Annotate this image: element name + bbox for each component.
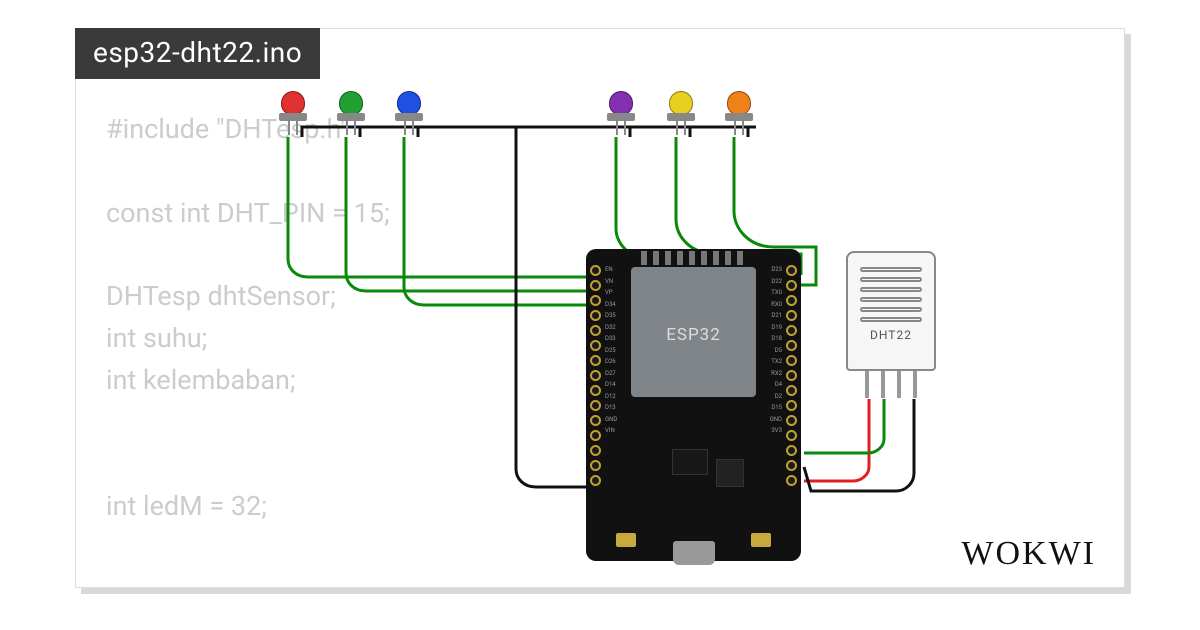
esp32-pins-right bbox=[786, 265, 797, 486]
led-red[interactable] bbox=[278, 91, 308, 136]
esp32-regulator bbox=[672, 449, 708, 475]
dht22-sensor[interactable]: DHT22 bbox=[846, 251, 936, 401]
esp32-pinlabels-right: D23D22TX0RX0D21D19D18D5TX2RX2D4D2D15GND3… bbox=[770, 266, 782, 434]
esp32-pins-left bbox=[590, 265, 601, 486]
led-orange[interactable] bbox=[724, 91, 754, 136]
esp32-board[interactable]: ESP32 ENVNVPD34D35D32D33D25D26D27D14D12D… bbox=[586, 249, 801, 561]
project-card: esp32-dht22.ino #include "DHTesp.h" cons… bbox=[75, 28, 1125, 588]
dht22-label: DHT22 bbox=[848, 328, 934, 342]
led-blue[interactable] bbox=[394, 91, 424, 136]
esp32-boot-button[interactable] bbox=[616, 533, 636, 547]
esp32-pinlabels-left: ENVNVPD34D35D32D33D25D26D27D14D12D13GNDV… bbox=[605, 266, 617, 434]
led-green[interactable] bbox=[336, 91, 366, 136]
dht22-legs bbox=[846, 370, 936, 398]
wokwi-brand: WOKWI bbox=[961, 535, 1096, 573]
dht22-body: DHT22 bbox=[846, 251, 936, 371]
esp32-antenna bbox=[641, 251, 746, 265]
led-purple[interactable] bbox=[606, 91, 636, 136]
led-yellow[interactable] bbox=[666, 91, 696, 136]
esp32-en-button[interactable] bbox=[751, 533, 771, 547]
esp32-usb-port bbox=[673, 541, 715, 565]
esp32-aux-chip bbox=[716, 459, 744, 487]
esp32-shield: ESP32 bbox=[631, 267, 756, 397]
esp32-chip-label: ESP32 bbox=[666, 325, 721, 345]
